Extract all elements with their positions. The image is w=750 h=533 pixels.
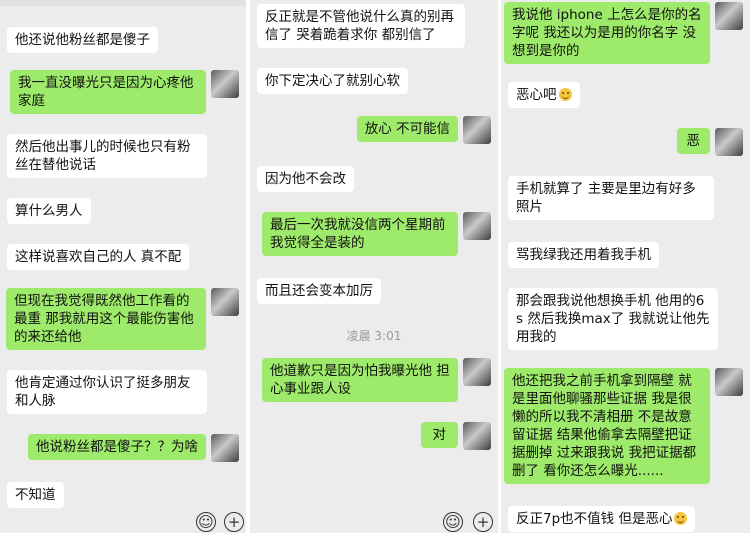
message-bubble-received[interactable]: 你下定决心了就别心软 (257, 68, 408, 94)
message-bubble-received[interactable]: 他还说他粉丝都是傻子 (7, 27, 158, 53)
message-row-sent: 他还把我之前手机拿到隔壁 就是里面他聊骚那些证据 我是很懒的所以我不清相册 不是… (504, 368, 743, 484)
user-avatar[interactable] (463, 116, 491, 144)
plus-circle-icon[interactable]: + (473, 512, 493, 532)
message-bubble-sent[interactable]: 最后一次我就没信两个星期前我觉得全是装的 (262, 212, 458, 256)
message-bubble-received[interactable]: 骂我绿我还用着我手机 (508, 242, 659, 268)
message-row-sent: 他说粉丝都是傻子？？为啥 (28, 434, 239, 462)
user-avatar[interactable] (715, 2, 743, 30)
user-avatar[interactable] (463, 358, 491, 386)
message-bubble-received[interactable]: 而且还会变本加厉 (257, 278, 381, 304)
message-bubble-received[interactable]: 反正就是不管他说什么真的别再信了 哭着跪着求你 都别信了 (257, 4, 465, 48)
top-cutoff-strip (0, 0, 246, 6)
message-bubble-sent[interactable]: 恶 (676, 128, 710, 154)
message-row-received: 反正就是不管他说什么真的别再信了 哭着跪着求你 都别信了 (257, 4, 465, 48)
message-bubble-received[interactable]: 然后他出事儿的时候也只有粉丝在替他说话 (7, 134, 207, 178)
message-row-sent: 对 (420, 422, 491, 450)
user-avatar[interactable] (715, 368, 743, 396)
user-avatar[interactable] (463, 422, 491, 450)
message-row-sent: 恶 (676, 128, 743, 156)
message-bubble-sent[interactable]: 放心 不可能信 (356, 116, 458, 142)
message-bubble-received[interactable]: 这样说喜欢自己的人 真不配 (7, 244, 190, 270)
user-avatar[interactable] (715, 128, 743, 156)
message-row-received: 然后他出事儿的时候也只有粉丝在替他说话 (7, 134, 207, 178)
chat-screenshot-collage: 他还说他粉丝都是傻子 我一直没曝光只是因为心疼他家庭 然后他出事儿的时候也只有粉… (0, 0, 750, 533)
message-row-received: 算什么男人 (7, 198, 91, 224)
message-row-sent: 他道歉只是因为怕我曝光他 担心事业跟人设 (262, 358, 491, 402)
message-row-sent: 放心 不可能信 (356, 116, 491, 144)
smiley-face-icon (558, 88, 572, 101)
message-bubble-sent[interactable]: 我一直没曝光只是因为心疼他家庭 (10, 70, 206, 114)
message-bubble-received[interactable]: 手机就算了 主要是里边有好多照片 (508, 176, 714, 220)
user-avatar[interactable] (211, 70, 239, 98)
smiley-face-icon (674, 512, 688, 525)
user-avatar[interactable] (211, 288, 239, 316)
message-bubble-received[interactable]: 那会跟我说他想换手机 他用的6s 然后我换max了 我就说让他先用我的 (508, 288, 718, 350)
message-bubble-sent[interactable]: 他道歉只是因为怕我曝光他 担心事业跟人设 (262, 358, 458, 402)
message-row-received: 不知道 (7, 482, 64, 508)
message-row-received: 你下定决心了就别心软 (257, 68, 408, 94)
message-bubble-received[interactable]: 恶心吧 (508, 82, 580, 108)
smiley-face-icon[interactable]: ☺ (196, 512, 216, 532)
message-row-received: 因为他不会改 (257, 166, 354, 192)
message-bubble-sent[interactable]: 我说他 iphone 上怎么是你的名字呢 我还以为是用的你名字 没想到是你的 (504, 2, 710, 64)
message-row-received: 那会跟我说他想换手机 他用的6s 然后我换max了 我就说让他先用我的 (508, 288, 718, 350)
message-row-received: 骂我绿我还用着我手机 (508, 242, 659, 268)
message-row-received: 反正7p也不值钱 但是恶心 (508, 506, 696, 532)
message-row-received: 这样说喜欢自己的人 真不配 (7, 244, 190, 270)
message-bubble-received[interactable]: 反正7p也不值钱 但是恶心 (508, 506, 696, 532)
message-row-sent: 最后一次我就没信两个星期前我觉得全是装的 (262, 212, 491, 256)
message-row-sent: 我说他 iphone 上怎么是你的名字呢 我还以为是用的你名字 没想到是你的 (504, 2, 743, 64)
message-row-received: 而且还会变本加厉 (257, 278, 381, 304)
chat-panel-3: 我说他 iphone 上怎么是你的名字呢 我还以为是用的你名字 没想到是你的 恶… (501, 0, 750, 533)
timestamp: 凌晨 3:01 (346, 329, 402, 343)
user-avatar[interactable] (463, 212, 491, 240)
chat-panel-1: 他还说他粉丝都是傻子 我一直没曝光只是因为心疼他家庭 然后他出事儿的时候也只有粉… (0, 0, 246, 533)
user-avatar[interactable] (211, 434, 239, 462)
message-row-received: 他还说他粉丝都是傻子 (7, 27, 158, 53)
message-bubble-sent[interactable]: 他说粉丝都是傻子？？为啥 (28, 434, 206, 460)
message-row-sent: 我一直没曝光只是因为心疼他家庭 (10, 70, 239, 114)
message-row-received: 手机就算了 主要是里边有好多照片 (508, 176, 714, 220)
message-row-received: 恶心吧 (508, 82, 580, 108)
smiley-face-icon[interactable]: ☺ (443, 512, 463, 532)
message-bubble-received[interactable]: 他肯定通过你认识了挺多朋友和人脉 (7, 370, 207, 414)
message-bubble-sent[interactable]: 对 (420, 422, 458, 448)
message-row-sent: 但现在我觉得既然他工作看的最重 那我就用这个最能伤害他的来还给他 (6, 288, 239, 350)
message-row-received: 他肯定通过你认识了挺多朋友和人脉 (7, 370, 207, 414)
message-bubble-received[interactable]: 因为他不会改 (257, 166, 354, 192)
message-bubble-received[interactable]: 不知道 (7, 482, 64, 508)
plus-circle-icon[interactable]: + (224, 512, 244, 532)
message-bubble-sent[interactable]: 他还把我之前手机拿到隔壁 就是里面他聊骚那些证据 我是很懒的所以我不清相册 不是… (504, 368, 710, 484)
message-bubble-received[interactable]: 算什么男人 (7, 198, 91, 224)
message-bubble-sent[interactable]: 但现在我觉得既然他工作看的最重 那我就用这个最能伤害他的来还给他 (6, 288, 206, 350)
chat-panel-2: 反正就是不管他说什么真的别再信了 哭着跪着求你 都别信了 你下定决心了就别心软 … (250, 0, 498, 533)
